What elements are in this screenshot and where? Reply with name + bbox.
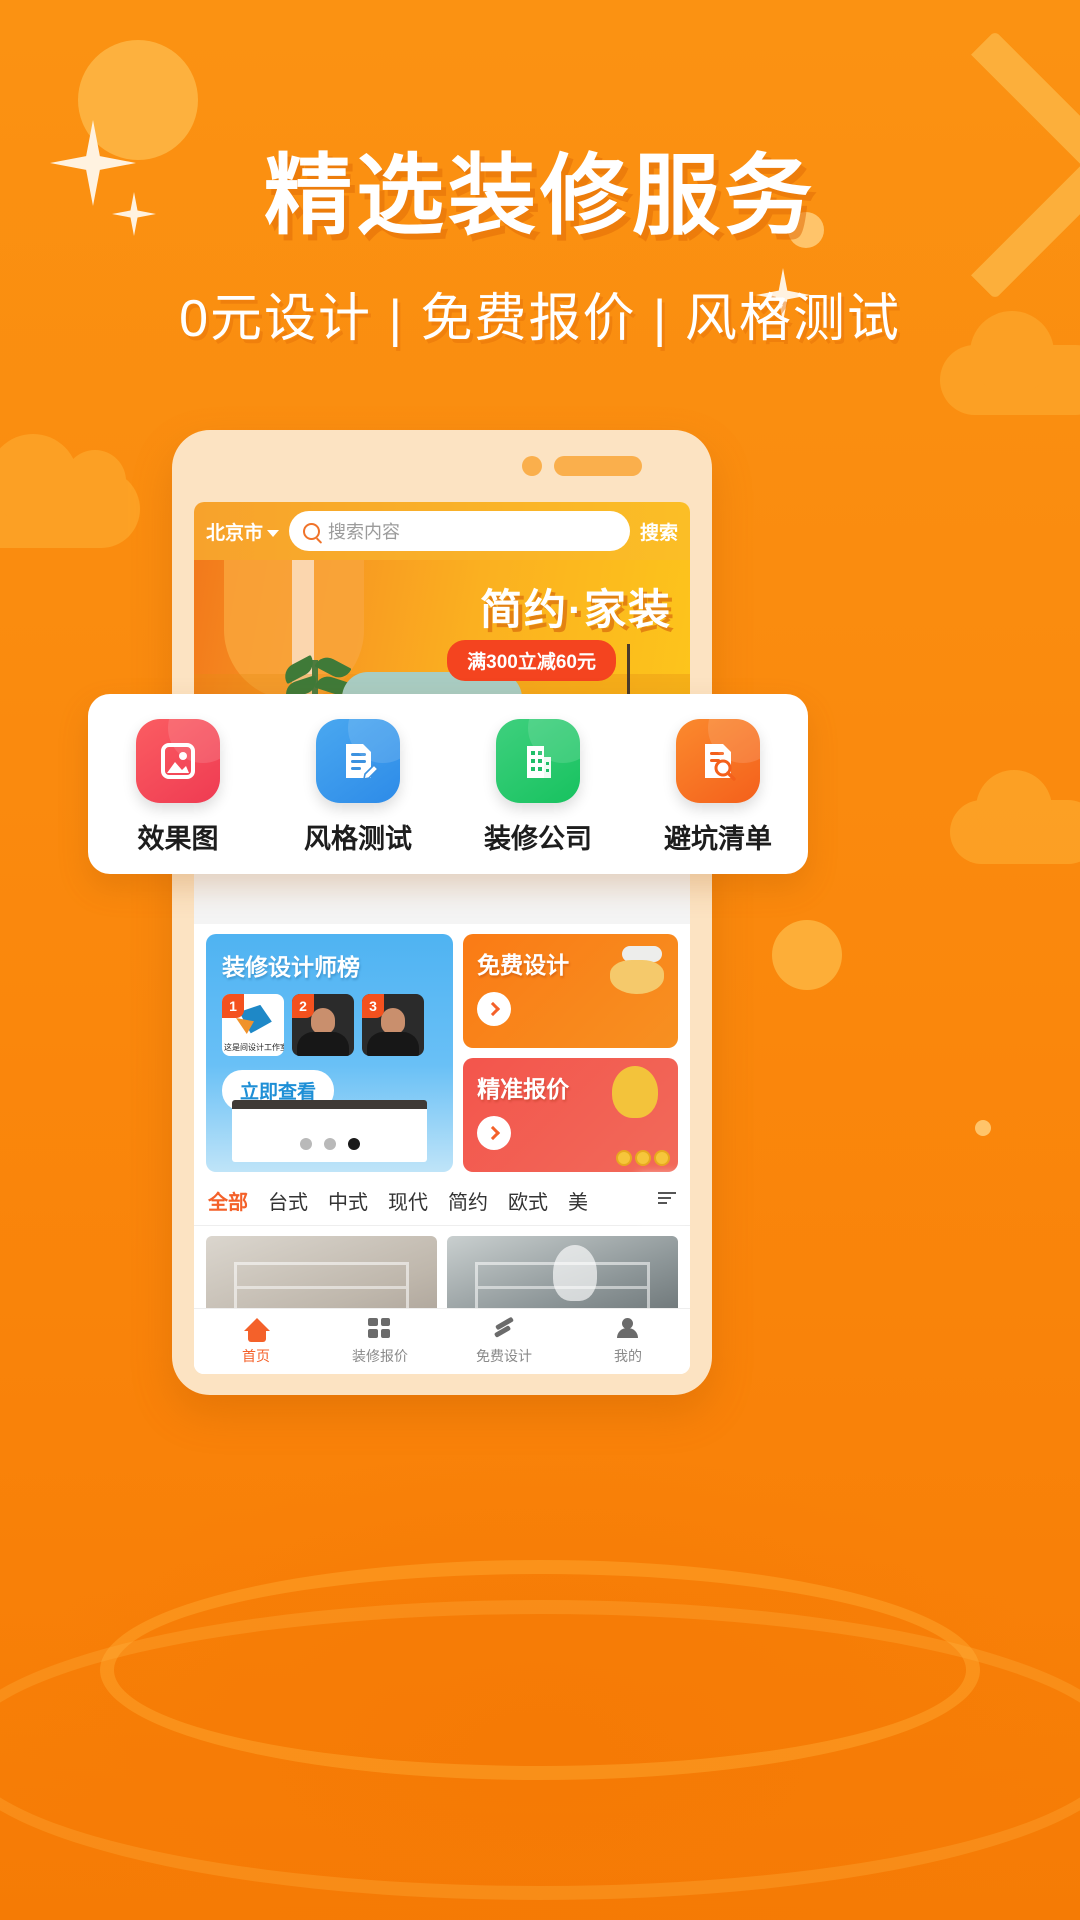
rank-badge: 2	[292, 994, 314, 1018]
designer-avatars: 1 这是间设计工作室 2 3	[206, 982, 453, 1056]
avatar[interactable]: 3	[362, 994, 424, 1056]
promo-side-column: 免费设计 精准报价	[463, 934, 678, 1172]
filter-list-icon[interactable]	[644, 1176, 690, 1220]
feature-shortcut-card: 效果图 风格测试 装修公司 避坑清单	[88, 694, 808, 874]
search-button[interactable]: 搜索	[640, 518, 678, 545]
avatar-body	[297, 1032, 349, 1056]
phone-mockup: 北京市 搜索内容 搜索 简约·家装 满300立减60元 装修设计师榜 1 这是间…	[172, 430, 712, 1395]
nav-label: 首页	[242, 1347, 270, 1364]
app-search-bar: 北京市 搜索内容 搜索	[194, 502, 690, 560]
building-icon	[496, 718, 580, 803]
pillow-illustration	[610, 960, 664, 994]
nav-item-profile[interactable]: 我的	[566, 1309, 690, 1374]
feature-label: 风格测试	[304, 823, 412, 854]
designer-rank-title: 装修设计师榜	[222, 954, 360, 980]
nav-item-home[interactable]: 首页	[194, 1309, 318, 1374]
tab-taishi[interactable]: 台式	[268, 1186, 308, 1215]
chevron-right-icon[interactable]	[477, 1116, 512, 1150]
speaker-bar	[554, 456, 642, 476]
feature-label: 效果图	[137, 823, 219, 854]
avatar[interactable]: 1 这是间设计工作室	[222, 994, 284, 1056]
search-icon	[303, 522, 321, 540]
page-title: 精选装修服务	[263, 146, 816, 245]
avatar-face	[311, 1008, 335, 1034]
pencil-ruler-icon	[492, 1318, 516, 1340]
free-design-card[interactable]: 免费设计	[463, 934, 678, 1048]
document-search-icon	[676, 718, 760, 803]
tab-oushi[interactable]: 欧式	[508, 1186, 548, 1215]
decor-circle-medium	[772, 920, 842, 990]
rank-badge: 1	[222, 994, 244, 1018]
decor-cloud-right-top	[940, 311, 1080, 415]
chevron-down-icon	[267, 529, 280, 537]
image-icon	[136, 718, 220, 803]
phone-notch	[522, 456, 642, 476]
nav-item-free-design[interactable]: 免费设计	[442, 1309, 566, 1374]
tab-all[interactable]: 全部	[208, 1186, 248, 1215]
coins-illustration	[616, 1150, 670, 1166]
feature-label: 避坑清单	[664, 823, 772, 854]
rank-badge: 3	[362, 994, 384, 1018]
feature-label: 装修公司	[484, 823, 592, 854]
phone-screen: 北京市 搜索内容 搜索 简约·家装 满300立减60元 装修设计师榜 1 这是间…	[194, 502, 690, 1374]
camera-dot	[522, 456, 542, 476]
decor-ellipse-outer	[0, 1600, 1080, 1900]
avatar-body	[367, 1032, 419, 1056]
money-bag-illustration	[612, 1066, 658, 1118]
accurate-quote-card[interactable]: 精准报价	[463, 1058, 678, 1172]
carousel-dots	[299, 1138, 360, 1150]
tab-zhongshi[interactable]: 中式	[328, 1186, 368, 1215]
bottom-navigation: 首页 装修报价 免费设计 我的	[194, 1308, 690, 1374]
tab-xiandai[interactable]: 现代	[388, 1186, 428, 1215]
city-selector[interactable]: 北京市	[206, 518, 280, 545]
promo-section: 装修设计师榜 1 这是间设计工作室 2 3 立即查看 免费设计 精准报价	[194, 924, 690, 1172]
feature-item-renderings[interactable]: 效果图	[103, 718, 253, 856]
avatar-face	[381, 1008, 405, 1034]
category-tabs: 全部 台式 中式 现代 简约 欧式 美	[194, 1172, 690, 1226]
banner-discount-badge: 满300立减60元	[447, 640, 616, 681]
search-input[interactable]: 搜索内容	[289, 511, 630, 551]
nav-label: 免费设计	[476, 1347, 532, 1364]
nav-item-quote[interactable]: 装修报价	[318, 1309, 442, 1374]
hero-headline: 精选装修服务 0元设计 | 免费报价 | 风格测试	[0, 125, 1080, 351]
tab-meishi[interactable]: 美	[568, 1186, 588, 1215]
decor-cloud-left	[0, 434, 140, 548]
nav-label: 装修报价	[352, 1347, 408, 1364]
search-placeholder: 搜索内容	[328, 522, 401, 542]
feature-item-style-test[interactable]: 风格测试	[283, 718, 433, 856]
city-label: 北京市	[206, 522, 264, 544]
home-icon	[244, 1317, 270, 1342]
avatar-caption: 这是间设计工作室	[224, 1043, 284, 1052]
feature-item-companies[interactable]: 装修公司	[463, 718, 613, 856]
credenza-illustration	[232, 1100, 428, 1162]
avatar[interactable]: 2	[292, 994, 354, 1056]
page-subtitle: 0元设计 | 免费报价 | 风格测试	[179, 290, 901, 348]
tab-jianyue[interactable]: 简约	[448, 1186, 488, 1215]
designer-rank-card[interactable]: 装修设计师榜 1 这是间设计工作室 2 3 立即查看	[206, 934, 454, 1172]
feature-item-pitfall-list[interactable]: 避坑清单	[643, 718, 793, 856]
calculator-icon	[368, 1317, 390, 1338]
nav-label: 我的	[614, 1347, 642, 1364]
document-edit-icon	[316, 718, 400, 803]
chevron-right-icon[interactable]	[477, 992, 512, 1026]
banner-title: 简约·家装	[480, 586, 672, 633]
decor-cloud-right-bottom	[950, 770, 1080, 864]
decor-dot	[975, 1120, 991, 1136]
user-icon	[616, 1317, 638, 1338]
